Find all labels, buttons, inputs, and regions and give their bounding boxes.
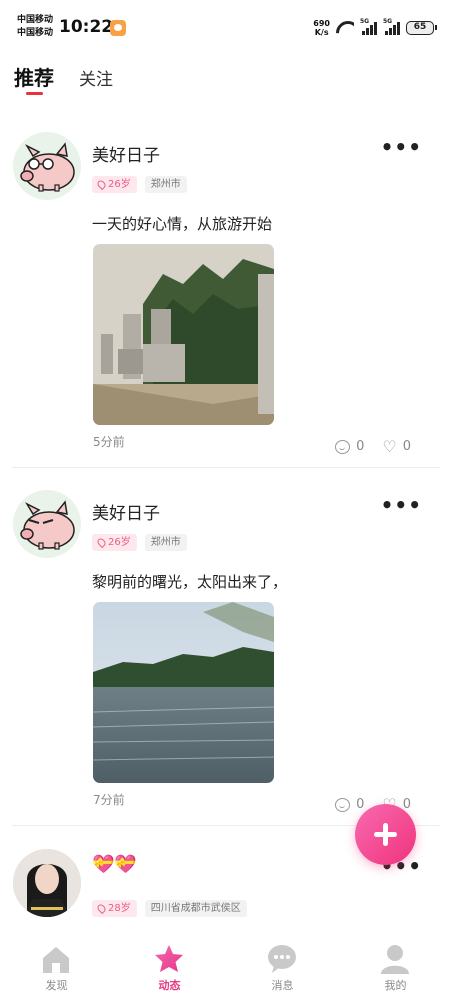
nav-messages[interactable]: 消息 <box>226 935 339 1000</box>
signal-icon-2: 5G <box>383 18 400 35</box>
city-badge: 郑州市 <box>144 176 187 193</box>
avatar[interactable] <box>13 132 81 200</box>
gender-icon <box>95 902 108 915</box>
feed-tabs: 推荐 关注 <box>14 62 113 95</box>
nav-moments[interactable]: 动态 <box>113 935 226 1000</box>
notification-app-icon <box>110 20 126 36</box>
age-text: 26岁 <box>108 537 131 548</box>
comment-count: 0 <box>356 797 365 812</box>
woman-avatar-photo <box>13 849 81 917</box>
nav-label: 动态 <box>158 979 181 992</box>
avatar[interactable] <box>13 490 81 558</box>
comment-count: 0 <box>356 439 365 454</box>
heart-icon[interactable]: ♡ <box>382 438 396 454</box>
status-bar: 中国移动 中国移动 10:22 690 K/s 5G 5G 65 <box>0 0 452 56</box>
nav-label: 我的 <box>384 979 407 992</box>
avatar[interactable] <box>13 849 81 917</box>
home-icon <box>43 947 69 973</box>
username[interactable]: 美好日子 <box>92 141 160 166</box>
star-icon <box>155 945 183 972</box>
status-icons: 690 K/s 5G 5G 65 <box>313 18 437 38</box>
gender-icon <box>95 536 108 549</box>
nav-discover[interactable]: 发现 <box>0 935 113 1000</box>
username[interactable]: 💝💝 <box>92 854 137 875</box>
age-badge: 26岁 <box>92 176 137 193</box>
chat-icon <box>268 945 296 973</box>
signal-label-1: 5G <box>360 18 370 25</box>
wifi-icon <box>336 21 354 35</box>
lake-photo <box>93 602 274 783</box>
bottom-nav: 发现 动态 消息 我的 <box>0 935 452 1000</box>
user-meta: 26岁 郑州市 <box>92 534 187 551</box>
age-text: 26岁 <box>108 179 131 190</box>
city-badge: 四川省成都市武侯区 <box>144 900 247 917</box>
tab-following[interactable]: 关注 <box>79 65 113 90</box>
post-photo[interactable] <box>93 602 274 783</box>
more-options-icon[interactable]: ••• <box>381 137 422 157</box>
nav-mine[interactable]: 我的 <box>339 935 452 1000</box>
more-options-icon[interactable]: ••• <box>381 495 422 515</box>
tab-recommend[interactable]: 推荐 <box>14 62 54 95</box>
carrier-1: 中国移动 <box>17 15 54 25</box>
stone-statues-photo <box>93 244 274 425</box>
age-badge: 28岁 <box>92 900 137 917</box>
carrier-2: 中国移动 <box>17 28 54 38</box>
city-badge: 郑州市 <box>144 534 187 551</box>
net-speed: 690 K/s <box>313 19 330 37</box>
pig-avatar-icon <box>20 500 75 550</box>
signal-icon: 5G <box>360 18 377 35</box>
like-count: 0 <box>402 439 411 454</box>
carrier-info: 中国移动 中国移动 <box>17 14 53 40</box>
battery-icon: 65 <box>406 21 437 35</box>
post-card[interactable]: 美好日子 ••• 26岁 郑州市 黎明前的曙光，太阳出来了， 7分前 0 0 <box>0 468 452 826</box>
person-icon <box>381 945 409 974</box>
net-speed-value: 690 <box>313 19 330 28</box>
post-card[interactable]: 美好日子 ••• 26岁 郑州市 一天的好心情，从旅游开始 5分前 0 ♡ 0 <box>0 110 452 468</box>
status-time: 10:22 <box>59 17 114 37</box>
pig-avatar-icon <box>20 142 75 192</box>
net-speed-unit: K/s <box>314 28 329 37</box>
post-time: 5分前 <box>93 435 125 449</box>
user-meta: 26岁 郑州市 <box>92 176 187 193</box>
post-text: 黎明前的曙光，太阳出来了， <box>92 573 288 591</box>
signal-label-2: 5G <box>383 18 393 25</box>
comment-icon[interactable] <box>335 797 351 812</box>
age-text: 28岁 <box>108 903 131 914</box>
comment-icon[interactable] <box>335 439 351 454</box>
age-badge: 26岁 <box>92 534 137 551</box>
create-post-button[interactable] <box>355 804 416 865</box>
gender-icon <box>95 178 108 191</box>
post-photo[interactable] <box>93 244 274 425</box>
username[interactable]: 美好日子 <box>92 499 160 524</box>
post-time: 7分前 <box>93 793 125 807</box>
post-text: 一天的好心情，从旅游开始 <box>92 215 273 233</box>
nav-label: 消息 <box>271 979 294 992</box>
nav-label: 发现 <box>45 979 68 992</box>
post-actions: 0 ♡ 0 <box>335 438 411 454</box>
user-meta: 28岁 四川省成都市武侯区 <box>92 900 247 917</box>
